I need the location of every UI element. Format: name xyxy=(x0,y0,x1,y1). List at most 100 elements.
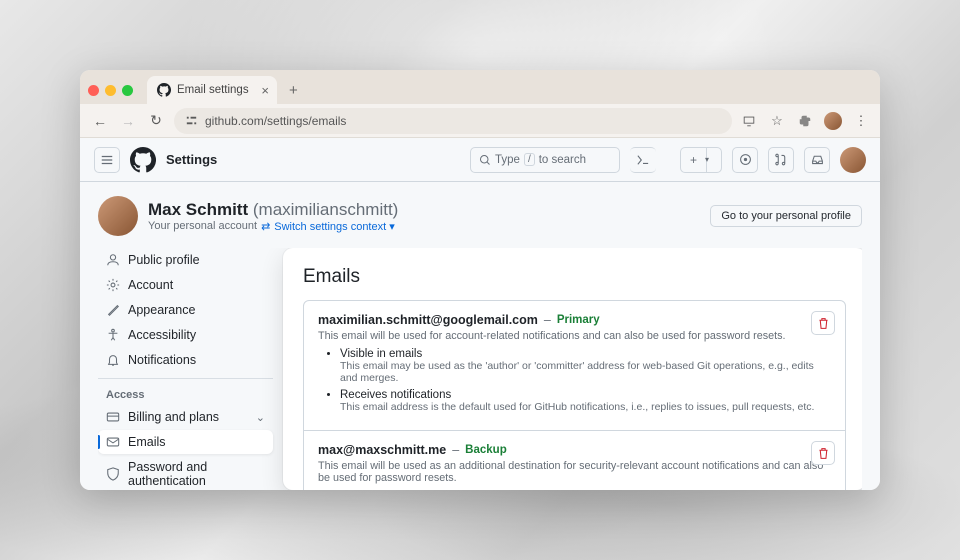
search-hint-post: to search xyxy=(539,154,586,166)
close-tab-button[interactable]: × xyxy=(261,83,269,98)
property-desc: This email address is the default used f… xyxy=(340,401,831,413)
sidebar-item-notifications[interactable]: Notifications xyxy=(98,348,273,372)
credit-card-icon xyxy=(106,410,120,424)
minimize-window-button[interactable] xyxy=(105,85,116,96)
switch-context-link[interactable]: Switch settings context ▾ xyxy=(274,220,394,233)
separator: – xyxy=(544,313,551,327)
site-search[interactable]: Type / to search xyxy=(470,147,620,173)
gear-icon xyxy=(106,278,120,292)
inbox-icon xyxy=(811,153,824,166)
panel-heading: Emails xyxy=(303,266,846,288)
sidebar-item-label: Accessibility xyxy=(128,328,196,342)
sidebar-item-label: Billing and plans xyxy=(128,410,219,424)
url-text: github.com/settings/emails xyxy=(205,114,346,128)
pr-icon xyxy=(775,153,788,166)
tab-title: Email settings xyxy=(177,84,249,96)
sidebar-item-public-profile[interactable]: Public profile xyxy=(98,248,273,272)
reload-button[interactable]: ↻ xyxy=(146,112,166,129)
user-avatar[interactable] xyxy=(840,147,866,173)
property-title: Visible in emails xyxy=(340,348,422,360)
email-badge: Backup xyxy=(465,444,507,456)
email-property: Visible in emailsThis email may be used … xyxy=(340,348,831,384)
delete-email-button[interactable] xyxy=(811,311,835,335)
sidebar-item-accessibility[interactable]: Accessibility xyxy=(98,323,273,347)
window-controls xyxy=(88,85,133,96)
sidebar-item-label: Appearance xyxy=(128,303,195,317)
trash-icon xyxy=(817,317,830,330)
sidebar-item-password[interactable]: Password and authentication xyxy=(98,455,273,490)
switch-icon: ⇄ xyxy=(261,220,270,233)
paintbrush-icon xyxy=(106,303,120,317)
email-description: This email will be used for account-rela… xyxy=(318,330,831,342)
email-entry: max@maxschmitt.me – Backup This email wi… xyxy=(304,431,845,490)
person-icon xyxy=(106,253,120,267)
sidebar-item-billing[interactable]: Billing and plans ⌄ xyxy=(98,405,273,429)
github-favicon-icon xyxy=(157,83,171,97)
profile-name: Max Schmitt (maximilianschmitt) xyxy=(148,200,398,220)
profile-heading-row: Max Schmitt (maximilianschmitt) Your per… xyxy=(98,196,862,236)
maximize-window-button[interactable] xyxy=(122,85,133,96)
sidebar-item-appearance[interactable]: Appearance xyxy=(98,298,273,322)
back-button[interactable]: ← xyxy=(90,113,110,129)
terminal-icon xyxy=(636,154,650,166)
browser-window: Email settings × + ← → ↻ github.com/sett… xyxy=(80,70,880,490)
email-list: maximilian.schmitt@googlemail.com – Prim… xyxy=(303,300,846,490)
accessibility-icon xyxy=(106,328,120,342)
extensions-icon[interactable] xyxy=(796,112,814,130)
browser-menu-icon[interactable]: ⋮ xyxy=(852,112,870,130)
install-app-icon[interactable] xyxy=(740,112,758,130)
address-bar: ← → ↻ github.com/settings/emails ☆ ⋮ xyxy=(80,104,880,138)
search-icon xyxy=(479,154,491,166)
property-title: Receives notifications xyxy=(340,389,451,401)
sidebar-item-label: Password and authentication xyxy=(128,460,265,488)
browser-profile-avatar[interactable] xyxy=(824,112,842,130)
caret-down-icon: ▾ xyxy=(705,155,709,164)
bookmark-icon[interactable]: ☆ xyxy=(768,112,786,130)
profile-avatar[interactable] xyxy=(98,196,138,236)
create-new-button[interactable]: + ▾ xyxy=(680,147,722,173)
separator: – xyxy=(452,443,459,457)
bell-icon xyxy=(106,353,120,367)
profile-display-name: Max Schmitt xyxy=(148,200,248,219)
pull-requests-button[interactable] xyxy=(768,147,794,173)
chevron-down-icon: ⌄ xyxy=(256,411,265,424)
switch-context-label: Switch settings context xyxy=(274,221,386,233)
email-badge: Primary xyxy=(557,314,600,326)
trash-icon xyxy=(817,447,830,460)
issues-button[interactable] xyxy=(732,147,758,173)
new-tab-button[interactable]: + xyxy=(283,82,304,99)
profile-username: (maximilianschmitt) xyxy=(253,200,398,219)
github-logo-icon[interactable] xyxy=(130,147,156,173)
close-window-button[interactable] xyxy=(88,85,99,96)
hamburger-icon xyxy=(100,153,114,167)
nav-menu-button[interactable] xyxy=(94,147,120,173)
email-address: maximilian.schmitt@googlemail.com xyxy=(318,313,538,327)
email-address: max@maxschmitt.me xyxy=(318,443,446,457)
url-input[interactable]: github.com/settings/emails xyxy=(174,108,732,134)
delete-email-button[interactable] xyxy=(811,441,835,465)
plus-icon: + xyxy=(690,153,697,167)
sidebar-item-label: Account xyxy=(128,278,173,292)
page-name: Settings xyxy=(166,152,217,167)
issue-icon xyxy=(739,153,752,166)
mail-icon xyxy=(106,435,120,449)
tab-email-settings[interactable]: Email settings × xyxy=(147,76,277,104)
profile-account-type: Your personal account xyxy=(148,220,257,232)
sidebar-item-label: Public profile xyxy=(128,253,200,267)
sidebar-item-emails[interactable]: Emails xyxy=(98,430,273,454)
site-settings-icon xyxy=(184,113,199,128)
goto-profile-button[interactable]: Go to your personal profile xyxy=(710,205,862,227)
emails-panel: Emails maximilian.schmitt@googlemail.com… xyxy=(283,248,862,490)
notifications-button[interactable] xyxy=(804,147,830,173)
profile-sub: Your personal account ⇄ Switch settings … xyxy=(148,220,398,233)
tab-strip: Email settings × + xyxy=(80,70,880,104)
sidebar-item-label: Notifications xyxy=(128,353,196,367)
command-palette-button[interactable] xyxy=(630,147,656,173)
sidebar-item-account[interactable]: Account xyxy=(98,273,273,297)
site-header: Settings Type / to search + ▾ xyxy=(80,138,880,182)
forward-button[interactable]: → xyxy=(118,113,138,129)
email-description: This email will be used as an additional… xyxy=(318,460,831,484)
email-property: Receives notificationsThis email address… xyxy=(340,389,831,413)
search-hint-pre: Type xyxy=(495,154,520,166)
sidebar-item-label: Emails xyxy=(128,435,166,449)
